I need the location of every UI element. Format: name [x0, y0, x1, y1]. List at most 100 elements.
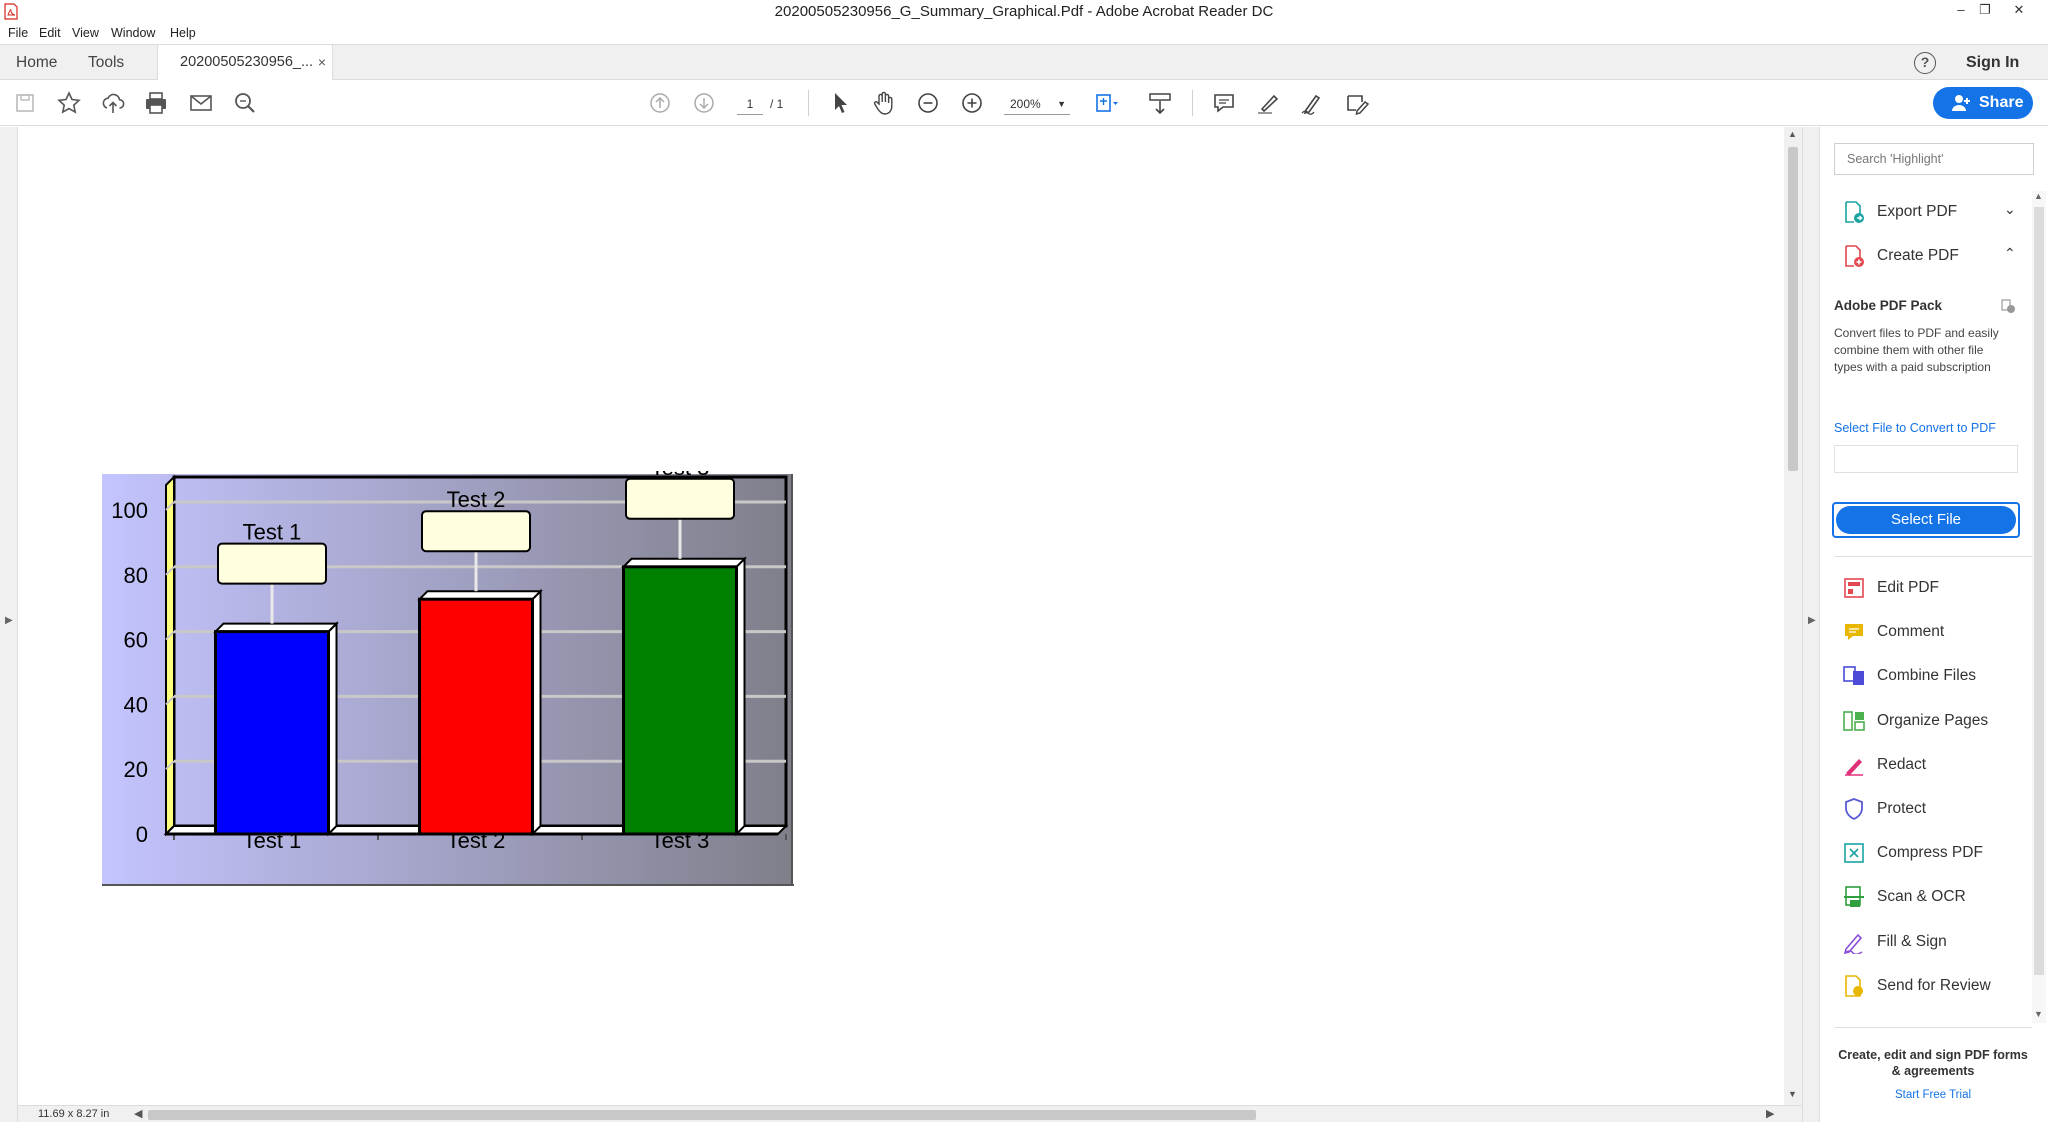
previous-page-icon[interactable]	[646, 89, 674, 117]
fill-sign-icon	[1843, 933, 1863, 954]
callout-label: Test 2	[447, 487, 506, 512]
print-icon[interactable]	[142, 89, 170, 117]
scroll-down-icon[interactable]: ▼	[2034, 1009, 2043, 1019]
tab-bar: Home Tools 20200505230956_... × ? Sign I…	[0, 44, 2048, 81]
right-pane-toggle[interactable]: ▶	[1802, 127, 1820, 1122]
edit-pdf-icon	[1844, 578, 1864, 598]
close-window-button[interactable]: ✕	[2004, 0, 2034, 22]
tools-pane-scrollbar[interactable]: ▲ ▼	[2032, 191, 2046, 1023]
share-button[interactable]: Share	[1933, 87, 2033, 119]
restore-button[interactable]: ❐	[1970, 0, 2000, 22]
chevron-down-icon[interactable]: ⌄	[2004, 201, 2016, 218]
create-pdf-row[interactable]: Create PDF ⌃	[1842, 241, 2032, 271]
upload-cloud-icon[interactable]	[99, 89, 127, 117]
pack-info-icon[interactable]	[2000, 298, 2016, 314]
horizontal-scroll-thumb[interactable]	[148, 1110, 1256, 1120]
zoom-out-icon[interactable]	[914, 89, 942, 117]
share-button-label: Share	[1979, 94, 2024, 111]
scroll-down-icon[interactable]: ▼	[1788, 1089, 1797, 1099]
tool-combine-files[interactable]: Combine Files	[1842, 661, 2032, 691]
select-cursor-icon[interactable]	[826, 89, 854, 117]
sign-pen-icon[interactable]	[1298, 89, 1326, 117]
title-bar: 20200505230956_G_Summary_Graphical.Pdf -…	[0, 0, 2048, 24]
tools-pane-scroll-thumb[interactable]	[2034, 207, 2044, 975]
pane-divider	[1834, 1027, 2032, 1028]
tool-label: Fill & Sign	[1877, 932, 1947, 950]
callout-box	[421, 510, 531, 553]
scan-ocr-icon	[1844, 886, 1864, 908]
email-icon[interactable]	[187, 89, 215, 117]
menu-edit[interactable]: Edit	[39, 26, 61, 40]
export-pdf-row[interactable]: Export PDF ⌄	[1842, 197, 2032, 227]
bar	[214, 630, 330, 836]
tool-label: Protect	[1877, 800, 1927, 817]
page-size-label: 11.69 x 8.27 in	[38, 1108, 110, 1120]
page-total: / 1	[770, 97, 784, 111]
chevron-down-icon: ▼	[1057, 99, 1066, 109]
left-pane-toggle[interactable]: ▶	[0, 127, 18, 1122]
scroll-up-icon[interactable]: ▲	[1788, 129, 1797, 139]
vertical-scroll-thumb[interactable]	[1788, 147, 1798, 471]
tab-document[interactable]: 20200505230956_... ×	[157, 45, 333, 81]
document-vertical-scrollbar[interactable]: ▲ ▼	[1784, 127, 1802, 1105]
zoom-level-select[interactable]: 200% ▼	[1004, 93, 1070, 115]
menu-view[interactable]: View	[72, 26, 99, 40]
fill-sign-tool-icon[interactable]	[1343, 89, 1371, 117]
menu-bar: File Edit View Window Help	[0, 24, 2048, 44]
selected-file-box[interactable]	[1834, 445, 2018, 473]
tools-search-input[interactable]: Search 'Highlight'	[1834, 143, 2034, 175]
hand-tool-icon[interactable]	[870, 89, 898, 117]
tool-compress-pdf[interactable]: Compress PDF	[1842, 838, 2032, 868]
tool-scan-ocr[interactable]: Scan & OCR	[1842, 882, 2032, 912]
select-file-button[interactable]: Select File	[1832, 502, 2020, 538]
tool-send-for-review[interactable]: Send for Review	[1842, 971, 2032, 1001]
scroll-left-icon[interactable]: ◀	[134, 1107, 142, 1120]
tool-organize-pages[interactable]: Organize Pages	[1842, 706, 2032, 736]
tab-document-label: 20200505230956_...	[180, 54, 314, 70]
bar-chart-svg: 100806040200 Test 1Test 1Test 2Test 2Test…	[102, 471, 794, 886]
sign-in-button[interactable]: Sign In	[1966, 51, 2019, 75]
tab-home[interactable]: Home	[16, 45, 57, 80]
protect-icon	[1845, 798, 1863, 821]
zoom-in-icon[interactable]	[958, 89, 986, 117]
tool-label: Send for Review	[1877, 976, 1991, 994]
tab-tools[interactable]: Tools	[88, 45, 124, 80]
tab-close-icon[interactable]: ×	[318, 45, 326, 80]
callout-label: Test 1	[243, 520, 302, 545]
bookmark-star-icon[interactable]	[55, 89, 83, 117]
save-icon[interactable]	[11, 89, 39, 117]
menu-help[interactable]: Help	[170, 26, 196, 40]
start-free-trial-link[interactable]: Start Free Trial	[1834, 1089, 2032, 1101]
menu-file[interactable]: File	[8, 26, 28, 40]
scroll-up-icon[interactable]: ▲	[2034, 191, 2043, 201]
tool-protect[interactable]: Protect	[1842, 794, 2032, 824]
next-page-icon[interactable]	[690, 89, 718, 117]
menu-window[interactable]: Window	[111, 26, 155, 40]
help-icon[interactable]: ?	[1914, 52, 1936, 74]
page-number-input[interactable]: 1	[737, 93, 763, 115]
tool-fill-sign[interactable]: Fill & Sign	[1842, 927, 2032, 957]
toolbar-separator	[808, 90, 809, 116]
send-for-review-icon	[1845, 974, 1863, 997]
page-fit-icon[interactable]	[1092, 89, 1120, 117]
tool-edit-pdf[interactable]: Edit PDF	[1842, 573, 2032, 603]
scroll-right-icon[interactable]: ▶	[1766, 1107, 1774, 1120]
callout-label: Test 3	[651, 471, 710, 480]
select-file-button-label: Select File	[1836, 506, 2016, 534]
window-title: 20200505230956_G_Summary_Graphical.Pdf -…	[774, 3, 1274, 20]
bar-chart: 100 80 60 40 20 0 Test 1 Test 1 Test 2 Test 2 Test…	[102, 471, 794, 887]
redact-icon	[1845, 758, 1863, 776]
pane-divider	[1834, 556, 2032, 557]
highlight-pen-icon[interactable]	[1254, 89, 1282, 117]
y-tick-label: 40	[124, 692, 148, 717]
scrolling-mode-icon[interactable]	[1146, 89, 1174, 117]
export-pdf-label: Export PDF	[1877, 203, 1958, 220]
comment-tool-icon[interactable]	[1210, 89, 1238, 117]
search-zoom-icon[interactable]	[231, 89, 259, 117]
chevron-up-icon[interactable]: ⌃	[2004, 245, 2016, 262]
tool-label: Redact	[1877, 755, 1927, 773]
tool-redact[interactable]: Redact	[1842, 750, 2032, 780]
tool-comment[interactable]: Comment	[1842, 617, 2032, 647]
add-person-icon	[1952, 95, 1970, 111]
select-file-link[interactable]: Select File to Convert to PDF	[1834, 421, 1996, 435]
